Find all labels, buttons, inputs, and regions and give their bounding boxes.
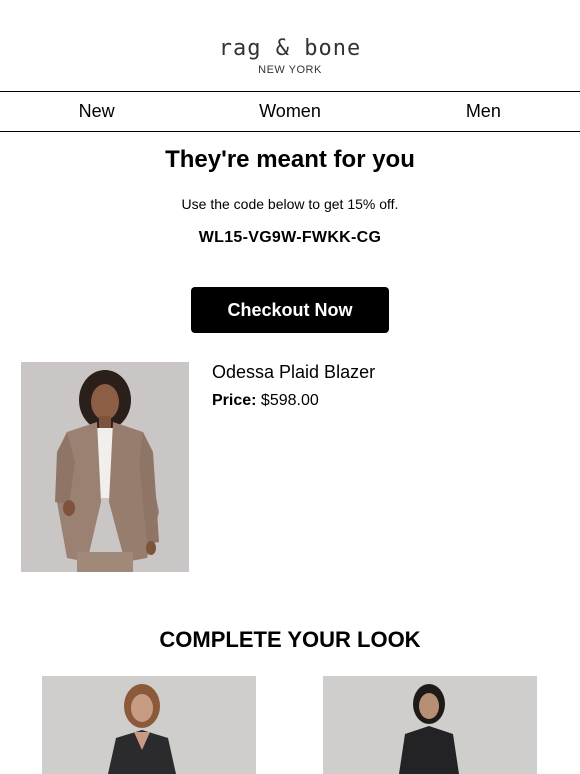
look-item-image-2[interactable] — [323, 676, 537, 774]
product-price: Price: $598.00 — [212, 392, 319, 410]
look-model-illustration-1 — [42, 676, 256, 774]
email-header: rag & bone NEW YORK — [0, 0, 580, 91]
promo-code: WL15-VG9W-FWKK-CG — [198, 229, 382, 246]
price-label: Price: — [212, 392, 257, 409]
hero-headline: They're meant for you — [165, 146, 415, 173]
price-value: $598.00 — [260, 392, 319, 409]
brand-location: NEW YORK — [258, 64, 322, 76]
nav-item-men[interactable]: Men — [387, 92, 580, 131]
product-card: Odessa Plaid Blazer Price: $598.00 — [21, 362, 561, 572]
product-image[interactable] — [21, 362, 189, 572]
checkout-now-button[interactable]: Checkout Now — [191, 287, 389, 333]
complete-look-title: COMPLETE YOUR LOOK — [159, 627, 421, 652]
product-name[interactable]: Odessa Plaid Blazer — [212, 362, 375, 383]
brand-logo[interactable]: rag & bone — [0, 36, 580, 61]
category-nav: New Women Men — [0, 91, 580, 132]
hero-subtext: Use the code below to get 15% off. — [181, 196, 399, 212]
look-item-image-1[interactable] — [42, 676, 256, 774]
nav-item-women[interactable]: Women — [193, 92, 386, 131]
blazer-model-illustration — [21, 362, 189, 572]
look-model-illustration-2 — [323, 676, 537, 774]
nav-item-new[interactable]: New — [0, 92, 193, 131]
